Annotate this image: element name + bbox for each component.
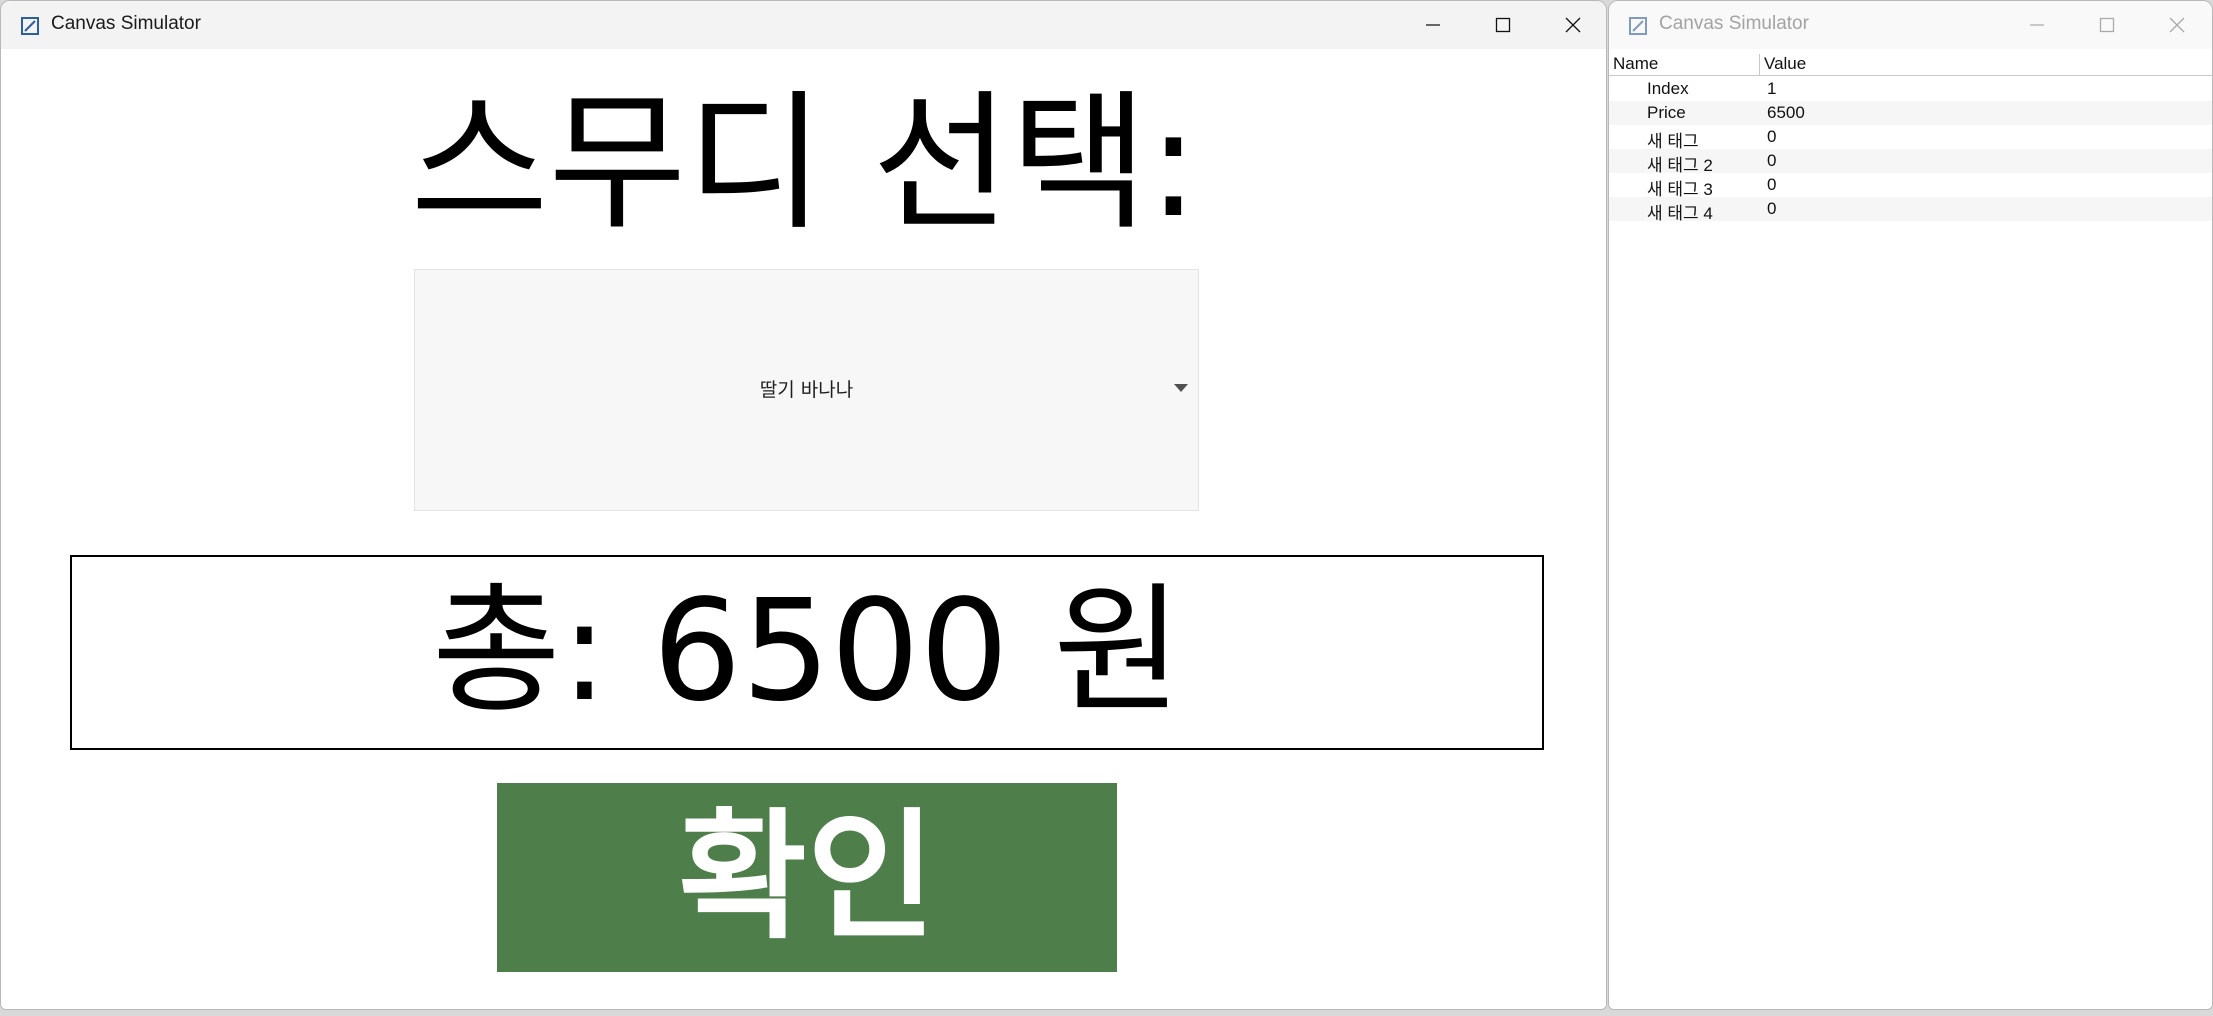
column-divider[interactable] bbox=[1759, 54, 1760, 75]
close-icon bbox=[2169, 17, 2185, 33]
minimize-icon bbox=[1426, 24, 1440, 26]
close-icon bbox=[1565, 17, 1581, 33]
window-title: Canvas Simulator bbox=[51, 13, 201, 34]
property-titlebar[interactable]: Canvas Simulator bbox=[1609, 1, 2212, 49]
grid-header: Name Value bbox=[1609, 54, 2212, 76]
maximize-button[interactable] bbox=[1468, 1, 1538, 49]
property-window: Canvas Simulator Name Value Index 1 Pric… bbox=[1608, 0, 2213, 1010]
canvas-area: 스무디 선택: 딸기 바나나 총: 6500 원 확인 bbox=[1, 49, 1606, 1009]
table-row[interactable]: Price 6500 bbox=[1609, 101, 2212, 125]
close-button[interactable] bbox=[1538, 1, 1606, 49]
caret-down-icon bbox=[1174, 384, 1188, 392]
confirm-label: 확인 bbox=[678, 796, 936, 959]
total-display: 총: 6500 원 bbox=[70, 555, 1544, 750]
property-value[interactable]: 6500 bbox=[1767, 103, 1805, 123]
property-value[interactable]: 1 bbox=[1767, 79, 1776, 99]
confirm-button[interactable]: 확인 bbox=[497, 783, 1117, 972]
canvas-app-icon bbox=[1629, 17, 1647, 35]
property-name: Index bbox=[1647, 79, 1689, 98]
main-window: Canvas Simulator 스무디 선택: 딸기 바나나 총: 6500 … bbox=[0, 0, 1607, 1010]
property-minimize-button[interactable] bbox=[2002, 1, 2072, 49]
property-value[interactable]: 0 bbox=[1767, 127, 1776, 147]
maximize-icon bbox=[2099, 17, 2115, 33]
canvas-app-icon bbox=[21, 17, 39, 35]
property-grid: Name Value Index 1 Price 6500 새 태그 0 새 태… bbox=[1609, 54, 2212, 1009]
total-price-text: 총: 6500 원 bbox=[431, 570, 1183, 733]
property-window-title: Canvas Simulator bbox=[1659, 13, 1809, 34]
smoothie-select[interactable]: 딸기 바나나 bbox=[414, 269, 1199, 511]
table-row[interactable]: Index 1 bbox=[1609, 77, 2212, 101]
property-name: Price bbox=[1647, 103, 1686, 122]
minimize-icon bbox=[2030, 24, 2044, 26]
table-row[interactable]: 새 태그 4 0 bbox=[1609, 197, 2212, 223]
table-row[interactable]: 새 태그 0 bbox=[1609, 125, 2212, 151]
property-close-button[interactable] bbox=[2142, 1, 2212, 49]
page-title: 스무디 선택: bbox=[410, 77, 1199, 251]
minimize-button[interactable] bbox=[1398, 1, 1468, 49]
property-value[interactable]: 0 bbox=[1767, 175, 1776, 195]
table-row[interactable]: 새 태그 3 0 bbox=[1609, 173, 2212, 199]
property-maximize-button[interactable] bbox=[2072, 1, 2142, 49]
property-grid-area: Name Value Index 1 Price 6500 새 태그 0 새 태… bbox=[1609, 49, 2212, 1009]
column-header-name[interactable]: Name bbox=[1613, 54, 1658, 74]
column-header-value[interactable]: Value bbox=[1764, 54, 1806, 74]
selected-smoothie: 딸기 바나나 bbox=[759, 379, 854, 401]
property-value[interactable]: 0 bbox=[1767, 199, 1776, 219]
main-titlebar[interactable]: Canvas Simulator bbox=[1, 1, 1606, 49]
table-row[interactable]: 새 태그 2 0 bbox=[1609, 149, 2212, 175]
property-name: 새 태그 4 bbox=[1647, 204, 1713, 223]
maximize-icon bbox=[1495, 17, 1511, 33]
property-value[interactable]: 0 bbox=[1767, 151, 1776, 171]
